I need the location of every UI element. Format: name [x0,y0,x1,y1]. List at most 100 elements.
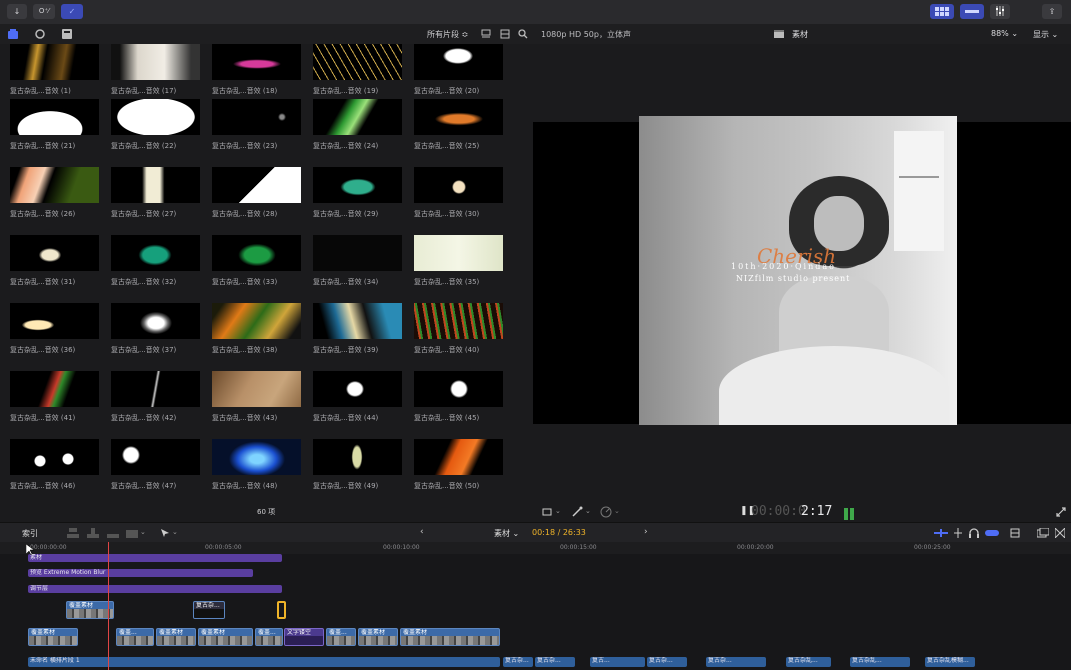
titles-generators-icon[interactable] [62,29,72,39]
display-dropdown[interactable]: 显示 ⌄ [1033,29,1058,40]
clip-thumbnail[interactable]: 复古杂乱...音效 (23) [212,99,301,151]
layout-timeline-button[interactable] [960,4,984,19]
clip-thumbnail[interactable]: 复古杂乱...音效 (17) [111,44,200,96]
clip-thumbnail[interactable]: 复古杂乱...音效 (41) [10,371,99,423]
background-tasks-button[interactable]: ✓ [61,4,83,19]
layout-browser-button[interactable] [930,4,954,19]
photos-audio-icon[interactable] [35,29,46,39]
primary-clip[interactable]: 覆盖... [116,628,154,646]
clip-thumbnail[interactable]: 复古杂乱...音效 (31) [10,235,99,287]
clip-thumbnail[interactable]: 复古杂乱...音效 (47) [111,439,200,491]
clip-bar-motion-blur[interactable]: 预览 Extreme Motion Blur [28,569,253,577]
history-forward-button[interactable]: › [644,527,648,537]
transitions-browser-icon[interactable] [1055,528,1065,538]
primary-clip[interactable]: 覆盖素材 [156,628,196,646]
inspector-button[interactable] [990,4,1010,19]
audio-clip[interactable]: 复古杂乱模糊... [925,657,975,667]
audio-clip[interactable]: 复古杂乱... [850,657,910,667]
clip-thumbnail[interactable]: 复古杂乱...音效 (1) [10,44,99,96]
library-icon[interactable] [8,29,18,39]
search-icon[interactable] [518,29,528,39]
playhead[interactable] [108,542,109,670]
primary-clip[interactable]: 覆盖... [255,628,283,646]
keywords-button[interactable]: O⁺⁄ [33,4,55,19]
append-clip-icon[interactable] [107,528,119,538]
clip-thumbnail[interactable]: 复古杂乱...音效 (39) [313,303,402,355]
clip-thumbnail[interactable]: 复古杂乱...音效 (38) [212,303,301,355]
clip-thumbnail[interactable]: 复古杂乱...音效 (36) [10,303,99,355]
primary-clip[interactable]: 覆盖素材 [28,628,78,646]
clip-thumbnail[interactable]: 复古杂乱...音效 (45) [414,371,503,423]
clip-thumbnail[interactable]: 复古杂乱...音效 (26) [10,167,99,219]
clip-thumbnail[interactable]: 复古杂乱...音效 (44) [313,371,402,423]
clip-thumbnail[interactable]: 复古杂乱...音效 (20) [414,44,503,96]
clip-thumbnail[interactable]: 复古杂乱...音效 (40) [414,303,503,355]
clip-thumbnail[interactable]: 复古杂乱...音效 (22) [111,99,200,151]
clip-thumbnail[interactable]: 复古杂乱...音效 (27) [111,167,200,219]
audio-clip[interactable]: 复古杂... [503,657,533,667]
primary-clip[interactable]: 文字镂空 [284,628,324,646]
solo-headphones-icon[interactable] [969,528,979,538]
clip-thumbnail[interactable]: 复古杂乱...音效 (50) [414,439,503,491]
clip-thumbnail[interactable]: 复古杂乱...音效 (42) [111,371,200,423]
primary-clip[interactable]: 覆盖素材 [400,628,500,646]
connected-clip[interactable]: 覆盖素材 [66,601,114,619]
clip-thumbnail[interactable]: 复古杂乱...音效 (48) [212,439,301,491]
clip-thumbnail[interactable]: 复古杂乱...音效 (24) [313,99,402,151]
crop-chevron-icon[interactable]: ⌄ [555,507,561,515]
speed-gauge-icon[interactable] [600,506,612,518]
video-frame[interactable]: Cherish 10th·2020·Qindao NIZfilm studio … [639,116,957,425]
enhance-chevron-icon[interactable]: ⌄ [585,507,591,515]
insert-clip-icon[interactable] [87,528,99,538]
audio-clip[interactable]: 复古杂乱... [786,657,831,667]
clip-thumbnail[interactable]: 复古杂乱...音效 (34) [313,235,402,287]
snapping-icon[interactable] [985,529,999,537]
import-button[interactable]: ↓ [7,4,27,19]
primary-clip[interactable]: 覆盖素材 [358,628,398,646]
clip-thumbnail[interactable]: 复古杂乱...音效 (43) [212,371,301,423]
clip-thumbnail[interactable]: 复古杂乱...音效 (18) [212,44,301,96]
clip-thumbnail[interactable]: 复古杂乱...音效 (25) [414,99,503,151]
speed-chevron-icon[interactable]: ⌄ [614,507,620,515]
zoom-dropdown[interactable]: 88% ⌄ [991,29,1018,38]
project-dropdown[interactable]: 素材 ⌄ [494,528,519,539]
clip-filter-dropdown[interactable]: 所有片段 ≎ [427,29,468,40]
filmstrip-icon[interactable] [500,29,510,39]
enhance-wand-icon[interactable] [571,506,583,518]
clip-thumbnail[interactable]: 复古杂乱...音效 (21) [10,99,99,151]
audio-skimming-icon[interactable] [953,528,963,538]
audio-clip[interactable]: 复古杂... [535,657,575,667]
clip-thumbnail[interactable]: 复古杂乱...音效 (33) [212,235,301,287]
index-button[interactable]: 索引 [22,528,38,539]
clip-thumbnail[interactable]: 复古杂乱...音效 (32) [111,235,200,287]
edit-chevron-icon[interactable]: ⌄ [140,528,146,536]
compound-clip-bar[interactable]: 未命名 横排片段 1 [28,657,500,667]
connect-clip-icon[interactable] [67,528,79,538]
clip-thumbnail[interactable]: 复古杂乱...音效 (46) [10,439,99,491]
clip-thumbnail[interactable]: 复古杂乱...音效 (19) [313,44,402,96]
clip-thumbnail[interactable]: 复古杂乱...音效 (29) [313,167,402,219]
connected-clip[interactable]: 复古杂... [193,601,225,619]
audio-clip[interactable]: 复古杂... [647,657,687,667]
timeline[interactable]: 素材 预览 Extreme Motion Blur 调节层 覆盖素材 复古杂..… [0,542,1071,670]
share-button[interactable]: ⇪ [1042,4,1062,19]
clip-thumbnail[interactable]: 复古杂乱...音效 (28) [212,167,301,219]
clip-thumbnail[interactable]: 复古杂乱...音效 (49) [313,439,402,491]
clip-bar-material[interactable]: 素材 [28,554,282,562]
history-back-button[interactable]: ‹ [420,527,424,537]
primary-clip[interactable]: 覆盖素材 [198,628,253,646]
timeline-ruler[interactable]: 00:00:00:00 00:00:05:00 00:00:10:00 00:0… [0,542,1071,554]
audio-clip[interactable]: 复古杂... [706,657,766,667]
clip-appearance-icon[interactable] [1010,528,1020,538]
tool-chevron-icon[interactable]: ⌄ [172,528,178,536]
clip-thumbnail[interactable]: 复古杂乱...音效 (37) [111,303,200,355]
clip-appearance-icon[interactable] [481,29,491,39]
skimming-icon[interactable] [934,529,948,537]
audio-clip[interactable]: 复古... [590,657,645,667]
clip-thumbnail[interactable]: 复古杂乱...音效 (35) [414,235,503,287]
effects-browser-icon[interactable] [1037,528,1049,538]
primary-clip[interactable]: 覆盖... [326,628,356,646]
clip-bar-adjustment-layer[interactable]: 调节层 [28,585,282,593]
selected-clip-marker[interactable] [277,601,286,619]
crop-icon[interactable] [541,507,553,517]
